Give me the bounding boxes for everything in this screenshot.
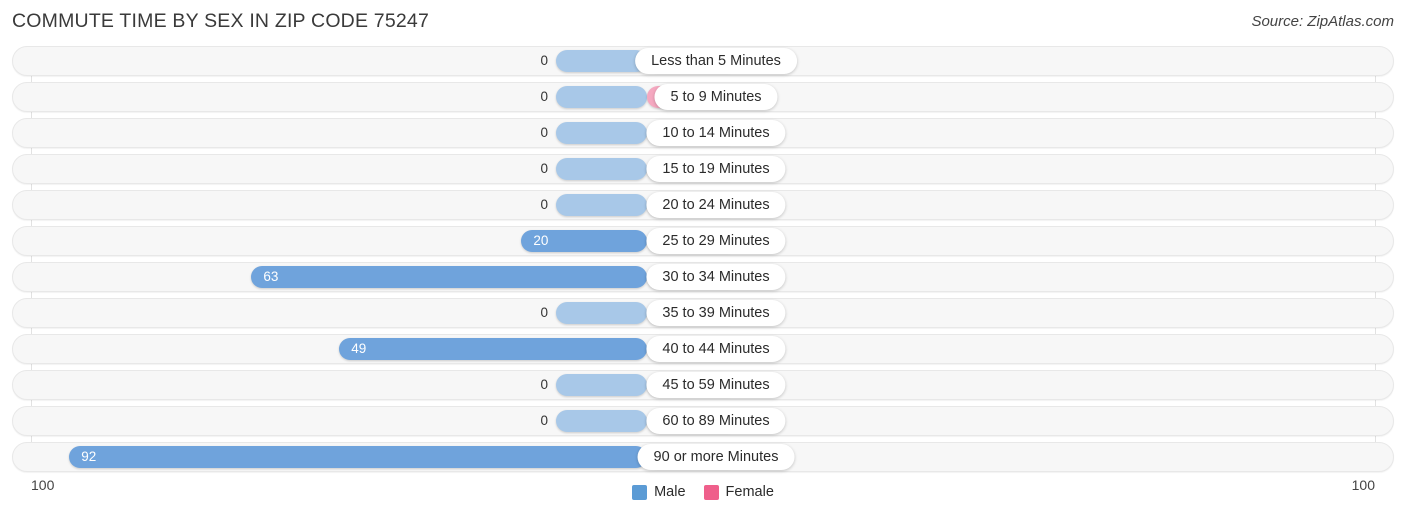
bar-value-male: 0 <box>540 161 548 176</box>
legend-swatch-icon <box>703 484 719 500</box>
bar-male[interactable] <box>556 158 647 180</box>
category-label: 25 to 29 Minutes <box>646 228 786 254</box>
chart-row[interactable]: 005 to 9 Minutes <box>12 82 1394 112</box>
category-label: 60 to 89 Minutes <box>646 408 786 434</box>
bar-value-male: 0 <box>540 53 548 68</box>
chart-row[interactable]: 63030 to 34 Minutes <box>12 262 1394 292</box>
chart-plot-area: 0 0 Less than 5 Minutes 0 0 5 to 9 Minutes 0 0 1… <box>12 46 1394 493</box>
bar-value-male: 0 <box>540 89 548 104</box>
chart-legend: Male Female <box>0 484 1406 500</box>
chart-row[interactable]: 92090 or more Minutes <box>12 442 1394 472</box>
bar-male[interactable] <box>556 86 647 108</box>
chart-row[interactable]: 0010 to 14 Minutes <box>12 118 1394 148</box>
chart-row[interactable]: 0020 to 24 Minutes <box>12 190 1394 220</box>
bar-male[interactable] <box>251 266 647 288</box>
bar-value-male: 63 <box>263 269 279 284</box>
chart-row[interactable]: 0045 to 59 Minutes <box>12 370 1394 400</box>
category-label: 45 to 59 Minutes <box>646 372 786 398</box>
source-attribution: Source: ZipAtlas.com <box>1251 13 1394 30</box>
chart-row[interactable]: 0035 to 39 Minutes <box>12 298 1394 328</box>
chart-row[interactable]: 0015 to 19 Minutes <box>12 154 1394 184</box>
bar-male[interactable] <box>556 302 647 324</box>
category-label: 90 or more Minutes <box>637 444 795 470</box>
category-label: 35 to 39 Minutes <box>646 300 786 326</box>
bar-male[interactable] <box>69 446 647 468</box>
bar-value-male: 92 <box>81 449 97 464</box>
chart-header: COMMUTE TIME BY SEX IN ZIP CODE 75247 So… <box>0 0 1406 46</box>
legend-item-female[interactable]: Female <box>703 484 774 500</box>
bar-male[interactable] <box>556 374 647 396</box>
category-label: 30 to 34 Minutes <box>646 264 786 290</box>
bar-male[interactable] <box>556 194 647 216</box>
bar-value-male: 20 <box>533 233 549 248</box>
legend-swatch-icon <box>632 484 648 500</box>
bar-value-male: 0 <box>540 413 548 428</box>
category-label: 40 to 44 Minutes <box>646 336 786 362</box>
chart-row[interactable]: 20025 to 29 Minutes <box>12 226 1394 256</box>
category-label: 15 to 19 Minutes <box>646 156 786 182</box>
bar-value-male: 0 <box>540 197 548 212</box>
legend-label: Male <box>654 484 686 500</box>
bar-value-male: 0 <box>540 377 548 392</box>
page-title: COMMUTE TIME BY SEX IN ZIP CODE 75247 <box>12 10 430 32</box>
category-label: 20 to 24 Minutes <box>646 192 786 218</box>
chart-row[interactable]: 00Less than 5 Minutes <box>12 46 1394 76</box>
bar-male[interactable] <box>556 122 647 144</box>
chart-row[interactable]: 49040 to 44 Minutes <box>12 334 1394 364</box>
bar-value-male: 49 <box>351 341 367 356</box>
bar-male[interactable] <box>556 410 647 432</box>
category-label: 5 to 9 Minutes <box>654 84 778 110</box>
category-label: Less than 5 Minutes <box>635 48 797 74</box>
legend-label: Female <box>725 484 774 500</box>
category-label: 10 to 14 Minutes <box>646 120 786 146</box>
chart-row[interactable]: 0060 to 89 Minutes <box>12 406 1394 436</box>
legend-item-male[interactable]: Male <box>632 484 686 500</box>
bar-male[interactable] <box>556 50 647 72</box>
bar-value-male: 0 <box>540 305 548 320</box>
bar-male[interactable] <box>339 338 647 360</box>
chart-rows: 0 0 Less than 5 Minutes 0 0 5 to 9 Minutes 0 0 1… <box>12 46 1394 472</box>
bar-value-male: 0 <box>540 125 548 140</box>
